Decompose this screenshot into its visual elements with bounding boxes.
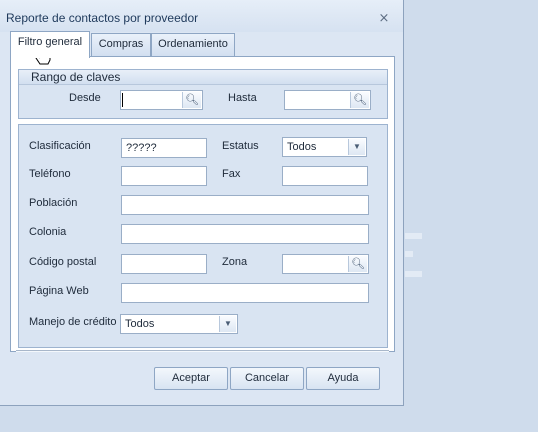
text-caret <box>122 93 123 107</box>
cancelar-button[interactable]: Cancelar <box>230 367 304 390</box>
clasificacion-value: ????? <box>126 142 157 154</box>
hasta-label: Hasta <box>228 92 257 104</box>
manejo-credito-select[interactable]: Todos ▼ <box>120 314 238 334</box>
pagina-web-label: Página Web <box>29 285 89 297</box>
codigo-postal-input[interactable] <box>121 254 207 274</box>
tab-label: Ordenamiento <box>158 38 228 50</box>
chevron-down-icon[interactable]: ▼ <box>219 316 236 332</box>
pagina-web-input[interactable] <box>121 283 369 303</box>
estatus-select[interactable]: Todos ▼ <box>282 137 367 157</box>
filters-group: Clasificación ????? Estatus Todos ▼ Telé… <box>18 124 388 348</box>
ayuda-button[interactable]: Ayuda <box>306 367 380 390</box>
telefono-input[interactable] <box>121 166 207 186</box>
poblacion-label: Población <box>29 197 78 209</box>
separator <box>16 350 389 352</box>
colonia-label: Colonia <box>29 226 67 238</box>
lookup-icon[interactable]: 🔍︎ <box>350 92 369 108</box>
group-header: Rango de claves <box>19 70 387 85</box>
background-mark <box>405 233 422 239</box>
background-mark <box>405 271 422 277</box>
colonia-input[interactable] <box>121 224 369 244</box>
ayuda-label: Ayuda <box>327 372 359 384</box>
fax-input[interactable] <box>282 166 368 186</box>
close-icon[interactable]: ⨯ <box>376 11 392 25</box>
tab-compras[interactable]: Compras <box>91 33 151 56</box>
lookup-icon[interactable]: 🔍︎ <box>182 92 201 108</box>
tab-label: Filtro general <box>17 36 83 48</box>
rango-claves-group: Rango de claves Desde 🔍︎ Hasta 🔍︎ <box>18 69 388 119</box>
manejo-credito-value: Todos <box>125 318 155 330</box>
fax-label: Fax <box>222 168 241 180</box>
clasificacion-input[interactable]: ????? <box>121 138 207 158</box>
desde-input[interactable]: 🔍︎ <box>120 90 203 110</box>
zona-label: Zona <box>222 256 248 268</box>
rango-claves-title: Rango de claves <box>31 70 121 84</box>
lookup-icon[interactable]: 🔍︎ <box>348 256 367 272</box>
cancelar-label: Cancelar <box>244 372 290 384</box>
window-title: Reporte de contactos por proveedor <box>6 11 199 25</box>
aceptar-button[interactable]: Aceptar <box>154 367 228 390</box>
tab-label: Compras <box>98 38 144 50</box>
aceptar-label: Aceptar <box>172 372 210 384</box>
poblacion-input[interactable] <box>121 195 369 215</box>
tab-panel-filtro-general: Rango de claves Desde 🔍︎ Hasta 🔍︎ Clasif… <box>10 56 395 352</box>
estatus-label: Estatus <box>222 140 259 152</box>
codigo-postal-label: Código postal <box>29 256 97 268</box>
report-dialog: Reporte de contactos por proveedor ⨯ Fil… <box>0 0 404 406</box>
tab-ordenamiento[interactable]: Ordenamiento <box>151 33 235 56</box>
zona-input[interactable]: 🔍︎ <box>282 254 369 274</box>
title-bar: Reporte de contactos por proveedor ⨯ <box>0 0 403 32</box>
chevron-down-icon[interactable]: ▼ <box>348 139 365 155</box>
clasificacion-label: Clasificación <box>29 140 91 152</box>
tab-filtro-general[interactable]: Filtro general <box>10 31 90 58</box>
telefono-label: Teléfono <box>29 168 71 180</box>
background-mark <box>405 251 413 257</box>
hasta-input[interactable]: 🔍︎ <box>284 90 371 110</box>
estatus-value: Todos <box>287 141 317 153</box>
desde-label: Desde <box>69 92 101 104</box>
manejo-credito-label: Manejo de crédito <box>29 316 117 328</box>
